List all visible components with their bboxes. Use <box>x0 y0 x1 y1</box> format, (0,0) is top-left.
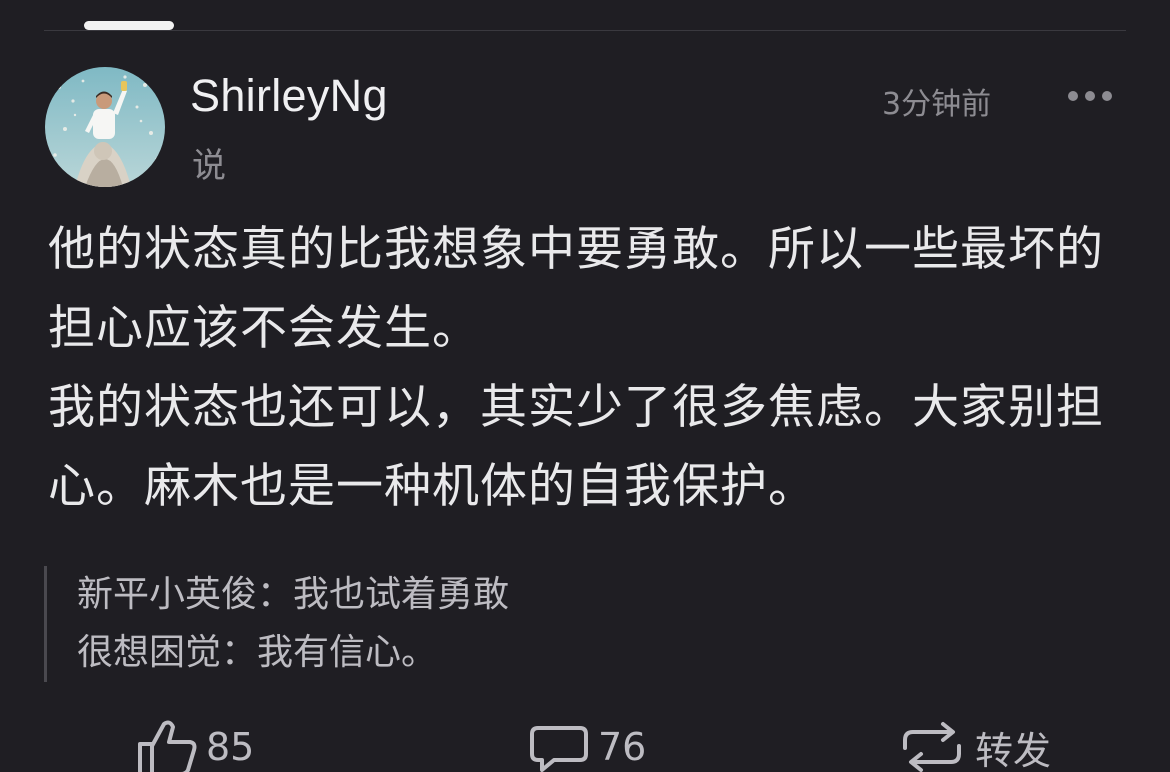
comment-separator: ： <box>221 632 258 673</box>
comment-button[interactable]: 76 <box>528 718 646 772</box>
repost-icon <box>903 722 961 772</box>
post-time: 3分钟前 <box>882 87 992 122</box>
post-verb: 说 <box>192 146 226 186</box>
divider <box>44 30 1126 31</box>
more-button[interactable] <box>1062 82 1118 110</box>
like-button[interactable]: 85 <box>136 718 254 772</box>
avatar[interactable] <box>45 67 165 187</box>
action-bar: 85 76 转发 <box>0 718 1170 772</box>
thumbs-up-icon <box>138 720 197 772</box>
comment-text: 我有信心。 <box>257 632 438 673</box>
post-body: 他的状态真的比我想象中要勇敢。所以一些最坏的担心应该不会发生。 我的状态也还可以… <box>48 210 1128 526</box>
comment-text: 我也试着勇敢 <box>293 574 510 615</box>
comment-bubble-icon <box>530 726 588 772</box>
comment-preview[interactable]: 新平小英俊：我也试着勇敢 很想困觉：我有信心。 <box>44 566 1044 682</box>
comment-separator: ： <box>257 574 294 615</box>
comment-count: 76 <box>598 725 647 769</box>
avatar-image <box>45 67 165 187</box>
post-paragraph: 他的状态真的比我想象中要勇敢。所以一些最坏的担心应该不会发生。 <box>48 222 1104 356</box>
tab-indicator <box>84 21 174 30</box>
comment-author[interactable]: 很想困觉 <box>77 632 221 673</box>
comment-item[interactable]: 很想困觉：我有信心。 <box>77 624 1044 682</box>
repost-label: 转发 <box>975 728 1052 772</box>
more-dot <box>1102 91 1112 101</box>
post-card: ShirleyNg 说 3分钟前 他的状态真的比我想象中要勇敢。所以一些最坏的担… <box>0 0 1170 772</box>
comment-item[interactable]: 新平小英俊：我也试着勇敢 <box>77 566 1044 624</box>
repost-button[interactable]: 转发 <box>897 718 1051 772</box>
post-paragraph: 我的状态也还可以，其实少了很多焦虑。大家别担心。麻木也是一种机体的自我保护。 <box>48 380 1104 514</box>
comment-author[interactable]: 新平小英俊 <box>77 574 257 615</box>
author-name[interactable]: ShirleyNg <box>190 70 388 122</box>
like-count: 85 <box>206 725 255 769</box>
more-dots-icon <box>1068 91 1078 101</box>
more-dot <box>1085 91 1095 101</box>
